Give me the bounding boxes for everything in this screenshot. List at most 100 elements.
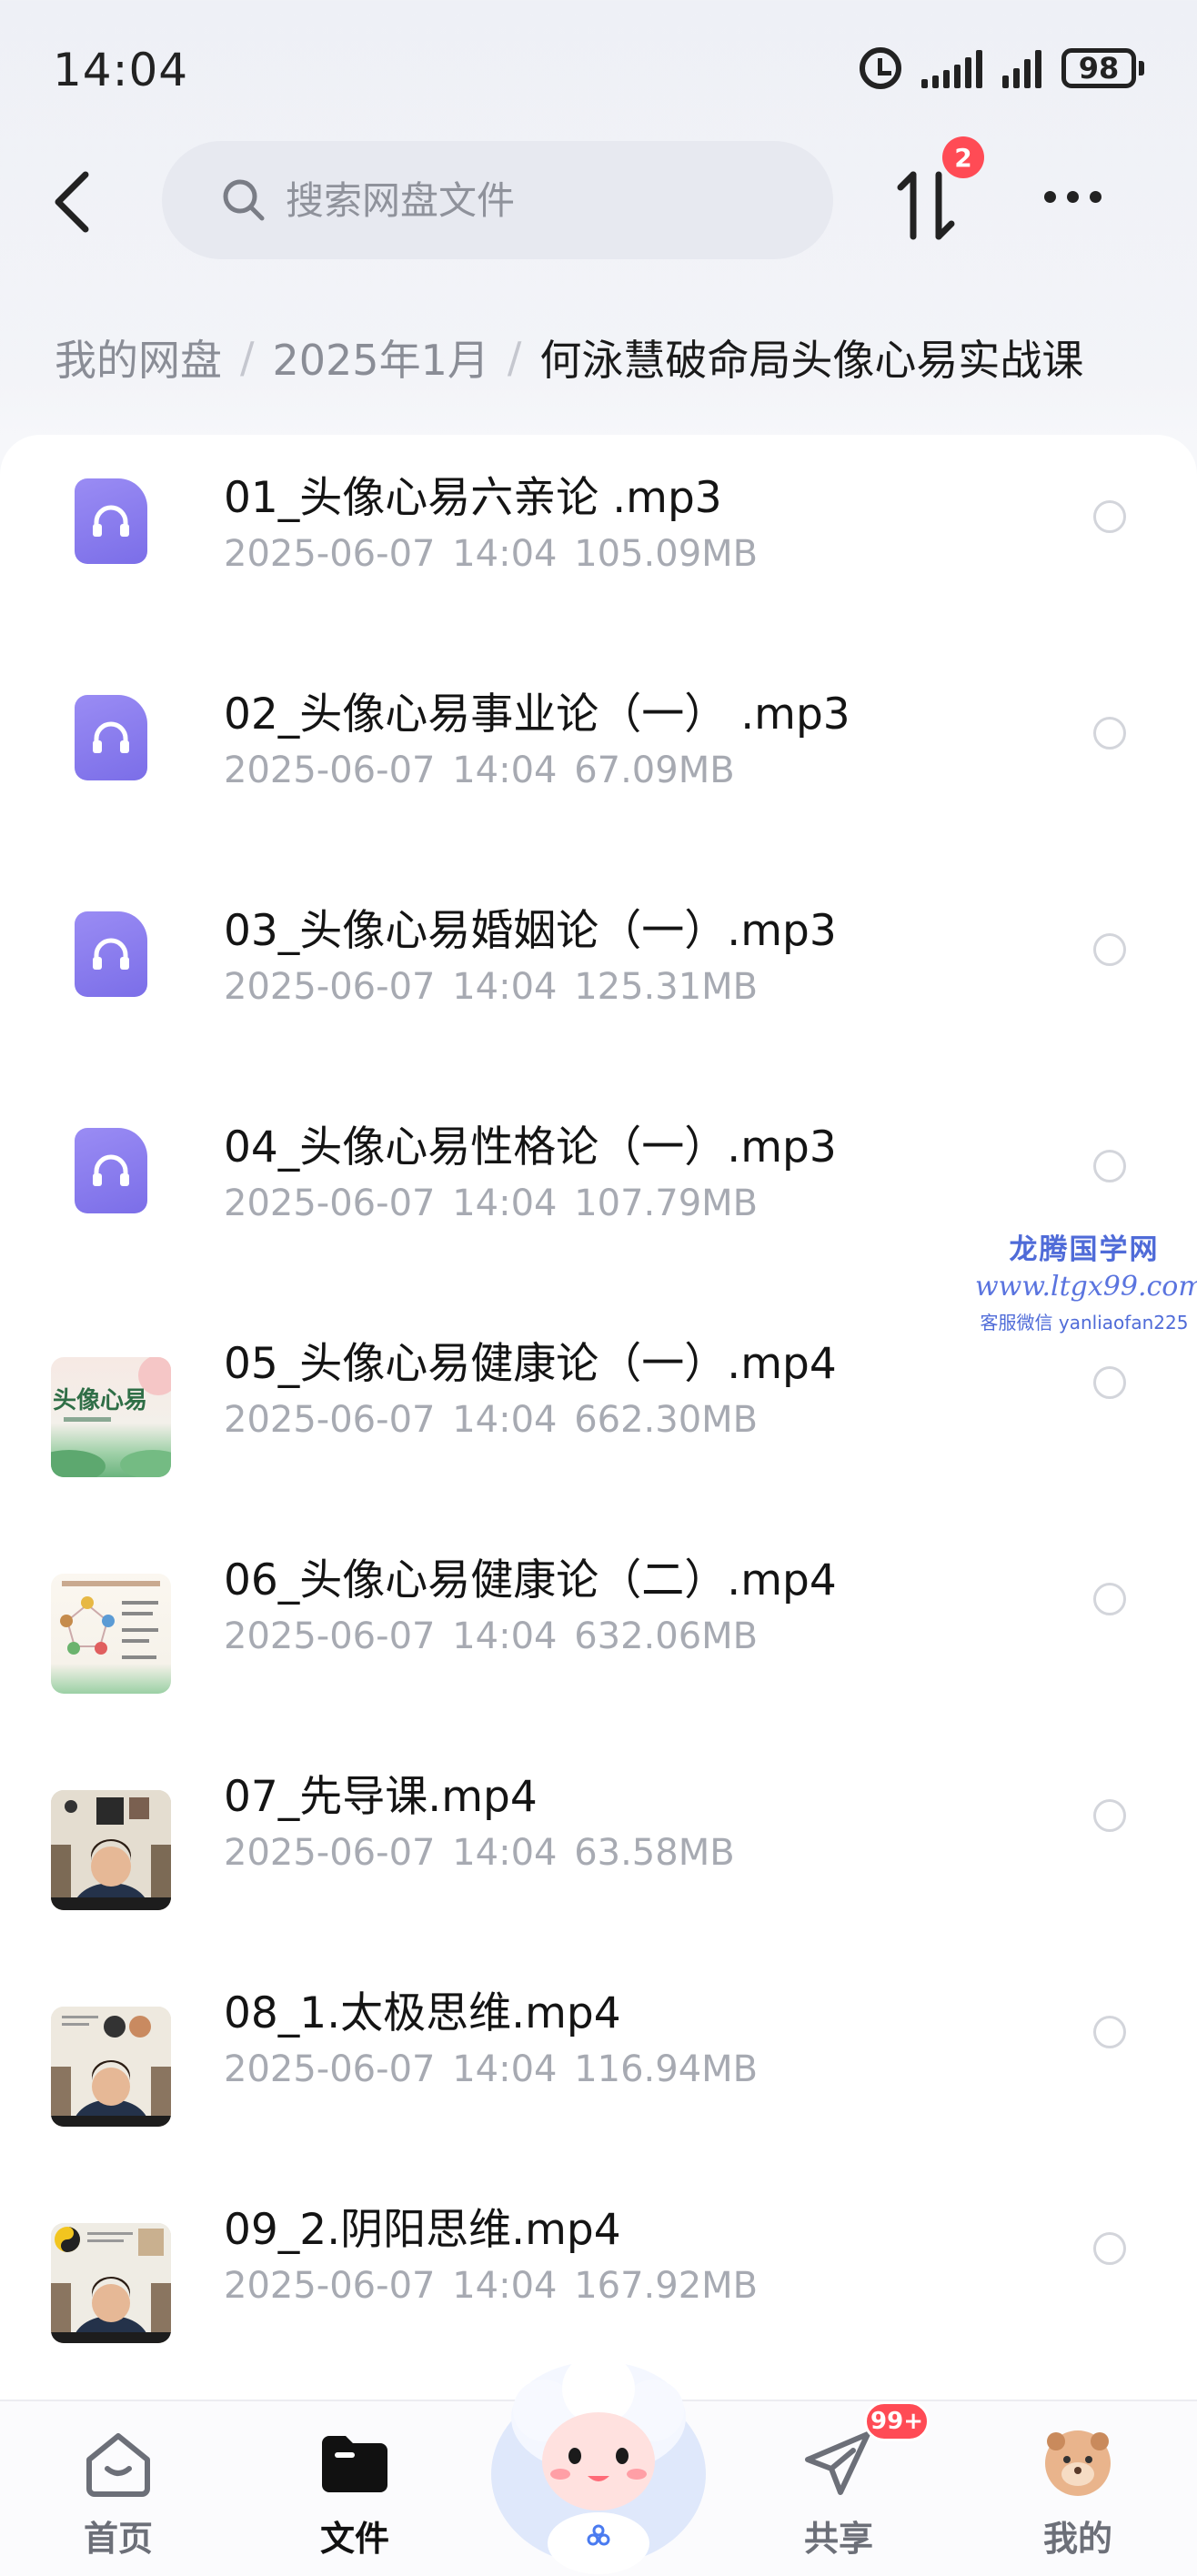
lotus-thumbnail-art: 头像心易 <box>51 1357 171 1477</box>
status-time: 14:04 <box>53 44 189 96</box>
search-icon <box>223 179 265 221</box>
nav-me[interactable]: 我的 <box>1014 2429 1142 2561</box>
video-thumbnail <box>51 1790 171 1910</box>
paper-plane-icon <box>805 2431 870 2495</box>
list-item[interactable]: 01_头像心易六亲论 .mp3 2025-06-07 14:04 105.09M… <box>0 435 1197 651</box>
watermark: 龙腾国学网 www.ltgx99.com 客服微信 yanliaofan225 <box>975 1226 1197 1334</box>
breadcrumb-item-current: 何泳慧破命局头像心易实战课 <box>539 336 1084 385</box>
signal-icon <box>921 48 982 88</box>
file-time: 14:04 <box>452 2265 558 2307</box>
list-item[interactable]: 02_头像心易事业论（一） .mp3 2025-06-07 14:04 67.0… <box>0 651 1197 868</box>
file-date: 2025-06-07 <box>224 966 436 1008</box>
taiji-lecture-thumbnail-art <box>51 2007 171 2127</box>
file-date: 2025-06-07 <box>224 2048 436 2090</box>
file-list: 01_头像心易六亲论 .mp3 2025-06-07 14:04 105.09M… <box>0 435 1197 2400</box>
file-meta: 2025-06-07 14:04 632.06MB <box>224 1615 758 1657</box>
chevron-left-icon <box>55 171 89 233</box>
nav-home[interactable]: 首页 <box>55 2429 182 2561</box>
list-item[interactable]: 03_头像心易婚姻论（一）.mp3 2025-06-07 14:04 125.3… <box>0 868 1197 1084</box>
lecture-thumbnail-art <box>51 1790 171 1910</box>
file-meta: 2025-06-07 14:04 67.09MB <box>224 750 735 791</box>
file-date: 2025-06-07 <box>224 1182 436 1224</box>
home-icon <box>86 2433 150 2497</box>
select-checkbox[interactable] <box>1093 717 1126 750</box>
file-audio-icon <box>75 911 147 997</box>
back-button[interactable] <box>45 169 100 235</box>
file-size: 107.79MB <box>574 1182 759 1224</box>
file-size: 632.06MB <box>574 1615 759 1657</box>
file-meta: 2025-06-07 14:04 167.92MB <box>224 2265 758 2307</box>
headphones-icon <box>93 721 129 753</box>
file-size: 63.58MB <box>574 1832 735 1874</box>
nav-share[interactable]: 共享 <box>775 2429 902 2561</box>
select-checkbox[interactable] <box>1093 2232 1126 2265</box>
select-checkbox[interactable] <box>1093 1150 1126 1182</box>
file-meta: 2025-06-07 14:04 125.31MB <box>224 966 758 1008</box>
breadcrumb: 我的网盘 / 2025年1月 / 何泳慧破命局头像心易实战课 <box>55 327 1083 387</box>
file-meta: 2025-06-07 14:04 107.79MB <box>224 1182 758 1224</box>
file-name: 08_1.太极思维.mp4 <box>224 1988 621 2038</box>
five-elements-thumbnail-art <box>60 1581 160 1659</box>
list-item[interactable]: 08_1.太极思维.mp4 2025-06-07 14:04 116.94MB <box>0 1950 1197 2167</box>
video-thumbnail <box>51 1574 171 1694</box>
folder-icon <box>322 2436 387 2492</box>
search-input[interactable] <box>286 177 759 223</box>
video-thumbnail <box>51 2007 171 2127</box>
select-checkbox[interactable] <box>1093 2016 1126 2048</box>
assistant-mascot-button[interactable] <box>480 2338 717 2576</box>
thumbnail-title: 头像心易 <box>53 1387 147 1414</box>
select-checkbox[interactable] <box>1093 500 1126 533</box>
status-bar: 14:04 98 <box>0 0 1197 136</box>
nav-files-label: 文件 <box>319 2519 389 2559</box>
file-name: 05_头像心易健康论（一）.mp4 <box>224 1339 837 1389</box>
file-date: 2025-06-07 <box>224 750 436 791</box>
file-name: 01_头像心易六亲论 .mp3 <box>224 473 722 523</box>
file-name: 06_头像心易健康论（二）.mp4 <box>224 1555 837 1605</box>
headphones-icon <box>93 1154 129 1186</box>
watermark-title: 龙腾国学网 <box>1009 1233 1160 1266</box>
select-checkbox[interactable] <box>1093 1366 1126 1399</box>
file-time: 14:04 <box>452 1615 558 1657</box>
file-date: 2025-06-07 <box>224 2265 436 2307</box>
file-name: 09_2.阴阳思维.mp4 <box>224 2205 621 2255</box>
list-item[interactable]: 07_先导课.mp4 2025-06-07 14:04 63.58MB <box>0 1734 1197 1950</box>
search-bar[interactable] <box>162 141 833 259</box>
breadcrumb-separator: / <box>507 333 522 382</box>
select-checkbox[interactable] <box>1093 1799 1126 1832</box>
file-date: 2025-06-07 <box>224 1832 436 1874</box>
more-dot <box>1090 191 1101 203</box>
watermark-wechat: 客服微信 yanliaofan225 <box>980 1312 1189 1333</box>
nav-files[interactable]: 文件 <box>291 2429 418 2561</box>
breadcrumb-item-month[interactable]: 2025年1月 <box>273 327 489 387</box>
nav-home-label: 首页 <box>83 2519 153 2559</box>
file-meta: 2025-06-07 14:04 63.58MB <box>224 1832 735 1874</box>
file-size: 167.92MB <box>574 2265 759 2307</box>
transfer-button[interactable] <box>897 169 955 242</box>
file-time: 14:04 <box>452 966 558 1008</box>
select-checkbox[interactable] <box>1093 933 1126 966</box>
file-time: 14:04 <box>452 750 558 791</box>
file-size: 67.09MB <box>574 750 735 791</box>
file-time: 14:04 <box>452 1399 558 1441</box>
avatar <box>1045 2430 1111 2496</box>
file-time: 14:04 <box>452 1832 558 1874</box>
file-date: 2025-06-07 <box>224 1399 436 1441</box>
battery-icon: 98 <box>1061 48 1144 88</box>
alarm-icon <box>860 47 901 89</box>
share-badge: 99+ <box>864 2401 930 2441</box>
file-audio-icon <box>75 695 147 780</box>
select-checkbox[interactable] <box>1093 1583 1126 1615</box>
breadcrumb-item-root[interactable]: 我的网盘 <box>55 327 222 387</box>
file-name: 07_先导课.mp4 <box>224 1772 538 1822</box>
file-name: 03_头像心易婚姻论（一）.mp3 <box>224 906 837 956</box>
file-date: 2025-06-07 <box>224 533 436 575</box>
breadcrumb-separator: / <box>240 333 255 382</box>
mascot-icon <box>491 2352 706 2574</box>
file-time: 14:04 <box>452 1182 558 1224</box>
headphones-icon <box>93 938 129 970</box>
file-name: 02_头像心易事业论（一） .mp3 <box>224 689 850 740</box>
list-item[interactable]: 06_头像心易健康论（二）.mp4 2025-06-07 14:04 632.0… <box>0 1517 1197 1734</box>
transfer-badge: 2 <box>942 136 984 178</box>
file-time: 14:04 <box>452 2048 558 2090</box>
more-button[interactable] <box>1044 191 1101 203</box>
